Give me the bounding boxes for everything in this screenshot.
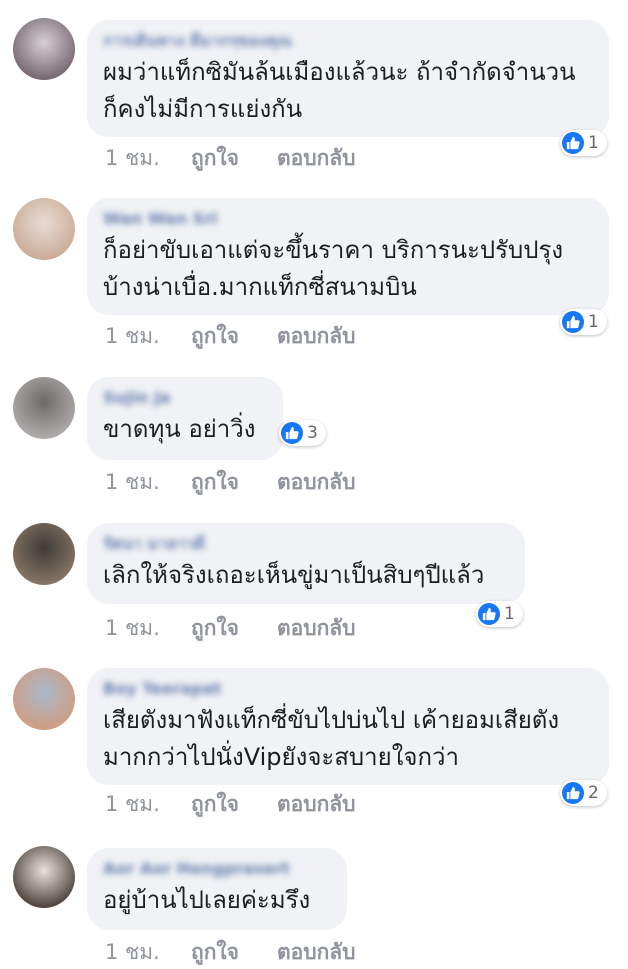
comment-bubble: Wan Wan Sri ก็อย่าขับเอาแต่จะขึ้นราคา บร…	[87, 198, 609, 315]
comment-text-line: เลิกให้จริงเถอะเห็นขู่มาเป็นสิบๆปีแล้ว	[103, 561, 485, 589]
avatar[interactable]	[13, 523, 75, 585]
comment-actions: 1 ชม. ถูกใจ ตอบกลับ	[105, 936, 356, 969]
comment-text: ขาดทุน อย่าวิ่ง	[103, 411, 265, 448]
comment-bubble: การเดินทาง ดีมากๆของคุณ ผมว่าแท็กซิมันล้…	[87, 20, 609, 137]
comment-text: ก็อย่าขับเอาแต่จะขึ้นราคา บริการนะปรับปร…	[103, 232, 591, 306]
like-link[interactable]: ถูกใจ	[191, 466, 277, 499]
like-count: 1	[588, 312, 599, 332]
avatar[interactable]	[13, 846, 75, 908]
thumbs-up-icon	[562, 782, 584, 804]
timestamp[interactable]: 1 ชม.	[105, 612, 191, 645]
comment-text-line: ผมว่าแท็กซิมันล้นเมืองแล้วนะ ถ้าจำกัดจำน…	[103, 58, 576, 86]
reply-link[interactable]: ตอบกลับ	[277, 320, 356, 353]
like-link[interactable]: ถูกใจ	[191, 142, 277, 175]
comment-author[interactable]: การเดินทาง ดีมากๆของคุณ	[103, 30, 292, 52]
comment-text-line: อยู่บ้านไปเลยค่ะมรึง	[103, 886, 311, 914]
comment-text: ผมว่าแท็กซิมันล้นเมืองแล้วนะ ถ้าจำกัดจำน…	[103, 54, 591, 128]
comment-author[interactable]: Aor Aor Hengprasert	[103, 858, 290, 880]
reply-link[interactable]: ตอบกลับ	[277, 936, 356, 969]
reaction-badge[interactable]: 3	[279, 420, 326, 446]
comment-bubble: Boy Teerapat เสียตังมาฟังแท็กซี่ขับไปบ่น…	[87, 668, 609, 785]
comment-actions: 1 ชม. ถูกใจ ตอบกลับ	[105, 466, 356, 499]
comment-actions: 1 ชม. ถูกใจ ตอบกลับ	[105, 612, 356, 645]
comment-author[interactable]: Sujin Ja	[103, 387, 171, 409]
reply-link[interactable]: ตอบกลับ	[277, 142, 356, 175]
reply-link[interactable]: ตอบกลับ	[277, 466, 356, 499]
comment-text: เลิกให้จริงเถอะเห็นขู่มาเป็นสิบๆปีแล้ว	[103, 557, 507, 594]
comment-text: อยู่บ้านไปเลยค่ะมรึง	[103, 882, 329, 919]
reply-link[interactable]: ตอบกลับ	[277, 612, 356, 645]
comment-bubble: Sujin Ja ขาดทุน อย่าวิ่ง	[87, 377, 283, 460]
timestamp[interactable]: 1 ชม.	[105, 466, 191, 499]
like-link[interactable]: ถูกใจ	[191, 936, 277, 969]
comment-author[interactable]: Boy Teerapat	[103, 678, 221, 700]
comment-text-line: มากกว่าไปนั่งVipยังจะสบายใจกว่า	[103, 743, 459, 771]
timestamp[interactable]: 1 ชม.	[105, 936, 191, 969]
avatar[interactable]	[13, 198, 75, 260]
reaction-badge[interactable]: 1	[560, 309, 607, 335]
comment-author[interactable]: Wan Wan Sri	[103, 208, 218, 230]
thumbs-up-icon	[562, 311, 584, 333]
comment-text-line: เสียตังมาฟังแท็กซี่ขับไปบ่นไป เค้ายอมเสี…	[103, 706, 560, 734]
thumbs-up-icon	[478, 603, 500, 625]
comment-text-line: ก็คงไม่มีการแย่งกัน	[103, 95, 303, 123]
comment-text-line: ขาดทุน อย่าวิ่ง	[103, 415, 256, 443]
comment-actions: 1 ชม. ถูกใจ ตอบกลับ	[105, 320, 356, 353]
timestamp[interactable]: 1 ชม.	[105, 320, 191, 353]
avatar[interactable]	[13, 18, 75, 80]
avatar[interactable]	[13, 377, 75, 439]
comment-text-line: ก็อย่าขับเอาแต่จะขึ้นราคา บริการนะปรับปร…	[103, 236, 564, 264]
timestamp[interactable]: 1 ชม.	[105, 142, 191, 175]
comment-author[interactable]: รัตนา มาลาวดี	[103, 533, 205, 555]
thumbs-up-icon	[562, 132, 584, 154]
avatar[interactable]	[13, 668, 75, 730]
like-count: 1	[588, 133, 599, 153]
reaction-badge[interactable]: 2	[560, 780, 607, 806]
comment-text-line: บ้างน่าเบื่อ.มากแท็กซี่สนามบิน	[103, 273, 417, 301]
comment-text: เสียตังมาฟังแท็กซี่ขับไปบ่นไป เค้ายอมเสี…	[103, 702, 591, 776]
like-count: 1	[504, 604, 515, 624]
reply-link[interactable]: ตอบกลับ	[277, 788, 356, 821]
timestamp[interactable]: 1 ชม.	[105, 788, 191, 821]
like-link[interactable]: ถูกใจ	[191, 612, 277, 645]
reaction-badge[interactable]: 1	[560, 130, 607, 156]
like-link[interactable]: ถูกใจ	[191, 788, 277, 821]
comment-bubble: Aor Aor Hengprasert อยู่บ้านไปเลยค่ะมรึง	[87, 848, 347, 930]
thumbs-up-icon	[281, 422, 303, 444]
comment-actions: 1 ชม. ถูกใจ ตอบกลับ	[105, 142, 356, 175]
comment-actions: 1 ชม. ถูกใจ ตอบกลับ	[105, 788, 356, 821]
like-count: 2	[588, 783, 599, 803]
like-count: 3	[307, 423, 318, 443]
reaction-badge[interactable]: 1	[476, 601, 523, 627]
comment-bubble: รัตนา มาลาวดี เลิกให้จริงเถอะเห็นขู่มาเป…	[87, 523, 525, 604]
like-link[interactable]: ถูกใจ	[191, 320, 277, 353]
